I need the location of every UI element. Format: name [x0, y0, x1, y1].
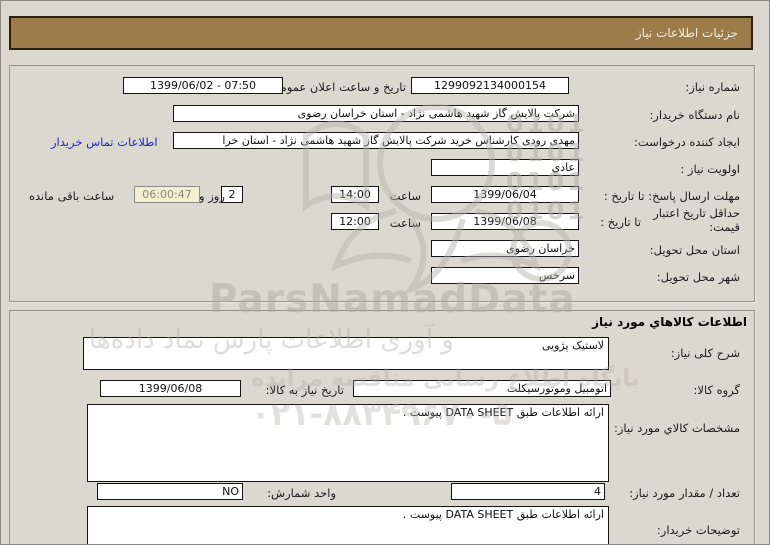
buyer-notes-label: توضیحات خریدار: — [656, 523, 740, 537]
goods-specs-textarea[interactable]: ارائه اطلاعات طبق DATA SHEET پیوست . — [87, 404, 609, 482]
unit-label: واحد شمارش: — [267, 486, 336, 500]
need-details-window: جزئیات اطلاعات نیاز شماره نیاز: 12990921… — [0, 0, 770, 545]
price-validity-until-label: تا تاریخ : — [600, 215, 641, 229]
price-validity-label-line2: قیمت: — [709, 220, 740, 234]
need-description-textarea[interactable]: لاستیک پژویی — [83, 337, 609, 370]
priority-label: اولویت نیاز : — [680, 162, 740, 176]
goods-need-date-field[interactable]: 1399/06/08 — [100, 380, 241, 397]
price-validity-label-line1: حداقل تاریخ اعتبار — [653, 206, 740, 220]
quantity-field[interactable]: 4 — [451, 483, 605, 500]
request-creator-field[interactable]: مهدی رودی کارشناس خرید شرکت پالایش گاز ش… — [173, 132, 579, 149]
hours-remaining-label: ساعت باقی مانده — [29, 189, 115, 203]
priority-field[interactable]: عادي — [431, 159, 579, 176]
delivery-province-field[interactable]: خراسان رضوی — [431, 240, 579, 257]
delivery-city-label: شهر محل تحویل: — [656, 270, 740, 284]
reply-deadline-time-label: ساعت — [389, 189, 421, 203]
reply-deadline-label: مهلت ارسال پاسخ: تا تاریخ : — [603, 189, 740, 203]
announce-datetime-label: تاریخ و ساعت اعلان عمومی: — [267, 80, 406, 94]
quantity-label: تعداد / مقدار مورد نیاز: — [629, 486, 740, 500]
delivery-city-field[interactable]: سرخس — [431, 267, 579, 284]
need-number-field[interactable]: 1299092134000154 — [411, 77, 569, 94]
buyer-contact-link[interactable]: اطلاعات تماس خریدار — [51, 135, 158, 149]
price-validity-time-field[interactable]: 12:00 — [331, 213, 379, 230]
delivery-province-label: استان محل تحویل: — [649, 243, 740, 257]
need-number-label: شماره نیاز: — [685, 80, 740, 94]
price-validity-time-label: ساعت — [389, 216, 421, 230]
page-title: جزئیات اطلاعات نیاز — [635, 26, 738, 40]
window-title-bar: جزئیات اطلاعات نیاز — [9, 16, 753, 50]
unit-field[interactable]: NO — [97, 483, 243, 500]
buyer-org-field[interactable]: شرکت پالایش گاز شهید هاشمی نژاد - استان … — [173, 105, 579, 122]
request-creator-label: ایجاد کننده درخواست: — [634, 135, 740, 149]
days-and-label: روز و — [199, 189, 225, 203]
buyer-notes-textarea[interactable]: ارائه اطلاعات طبق DATA SHEET پیوست . — [87, 506, 609, 544]
countdown-timer: 06:00:47 — [134, 186, 200, 203]
reply-deadline-time-field[interactable]: 14:00 — [331, 186, 379, 203]
announce-datetime-field[interactable]: 1399/06/02 - 07:50 — [123, 77, 283, 94]
goods-section-title: اطلاعات کالاهاي مورد نیاز — [592, 315, 747, 329]
general-info-groupbox — [9, 65, 755, 302]
goods-need-date-label: تاریخ نیاز به کالا: — [265, 383, 344, 397]
goods-category-field[interactable]: اتومبیل وموتورسیکلت — [353, 380, 611, 397]
price-validity-date-field[interactable]: 1399/06/08 — [431, 213, 579, 230]
buyer-org-label: نام دستگاه خریدار: — [649, 108, 740, 122]
goods-category-label: گروه کالا: — [693, 383, 740, 397]
need-description-label: شرح کلی نیاز: — [670, 346, 740, 360]
reply-deadline-date-field[interactable]: 1399/06/04 — [431, 186, 579, 203]
goods-specs-label: مشخصات کالاي مورد نیاز: — [613, 421, 740, 435]
